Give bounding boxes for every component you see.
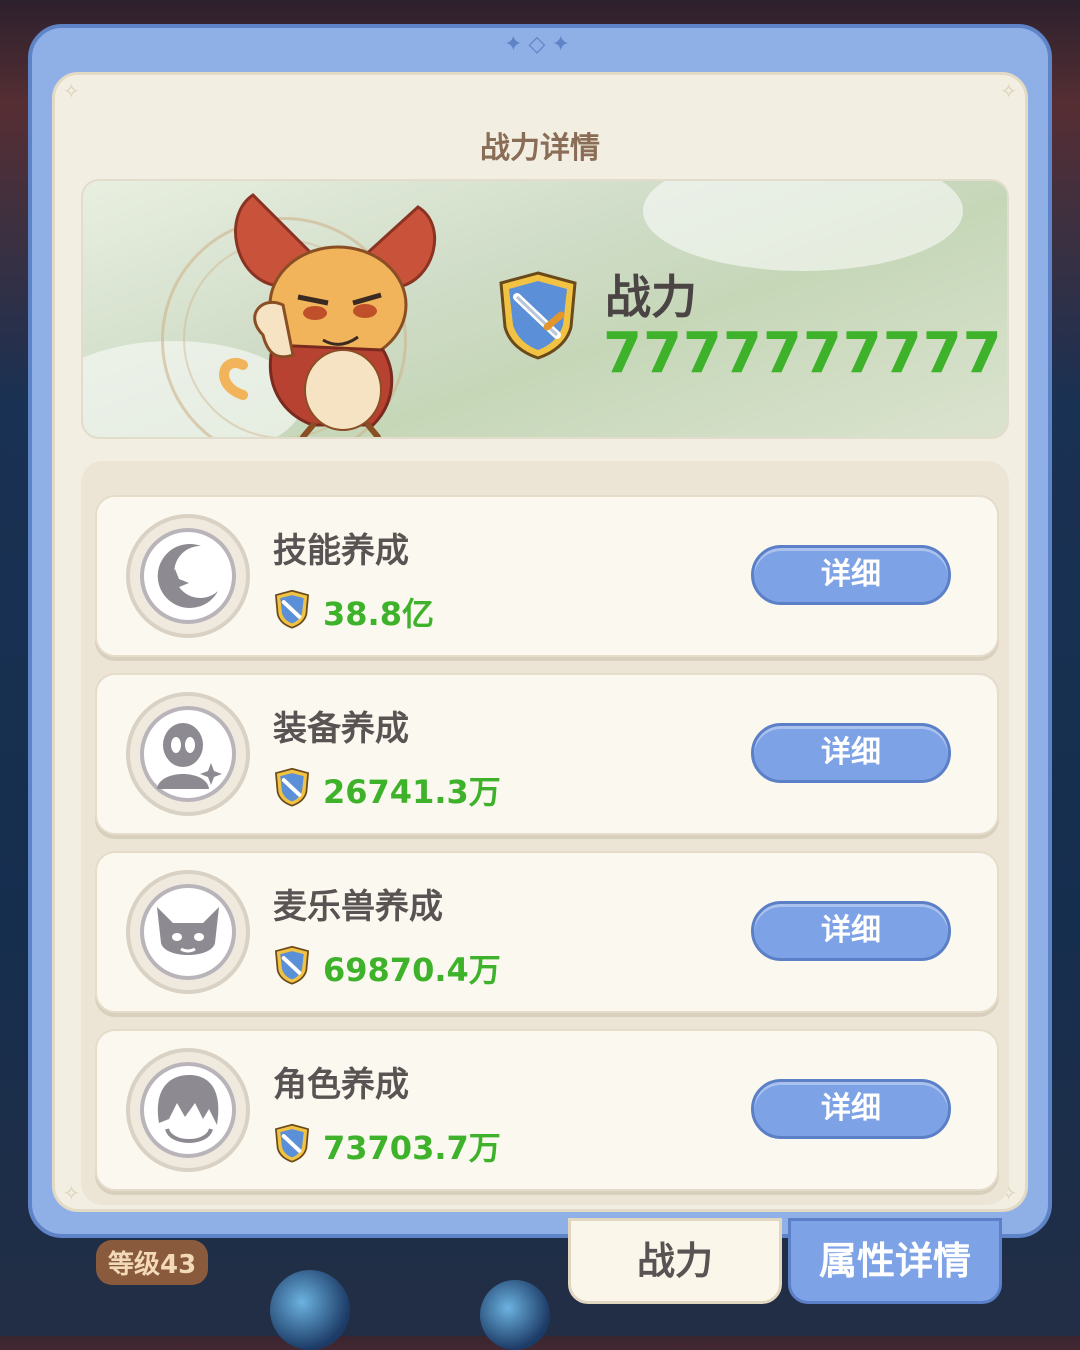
detail-button-skill[interactable]: 详细 bbox=[751, 545, 951, 605]
category-card-equipment: 装备养成 26741.3万 详细 bbox=[95, 673, 999, 835]
power-summary-banner: 战力 7777777777 bbox=[81, 179, 1009, 439]
panel-title: 战力详情 bbox=[480, 131, 600, 166]
panel-top-ornament: ✦◇✦ bbox=[504, 32, 576, 57]
detail-button-equipment[interactable]: 详细 bbox=[751, 723, 951, 783]
background-orb bbox=[480, 1280, 550, 1350]
category-card-pet: 麦乐兽养成 69870.4万 详细 bbox=[95, 851, 999, 1013]
category-name: 角色养成 bbox=[273, 1065, 409, 1105]
tab-power[interactable]: 战力 bbox=[568, 1218, 782, 1304]
category-power-value: 69870.4万 bbox=[323, 951, 501, 989]
power-shield-icon bbox=[274, 1123, 310, 1163]
corner-ornament: ✧ bbox=[63, 1181, 80, 1205]
corner-ornament: ✧ bbox=[1000, 79, 1017, 103]
category-name: 麦乐兽养成 bbox=[273, 887, 443, 927]
category-card-skill: 技能养成 38.8亿 详细 bbox=[95, 495, 999, 657]
category-card-character: 角色养成 73703.7万 详细 bbox=[95, 1029, 999, 1191]
hair-head-icon bbox=[126, 1048, 250, 1172]
alien-head-icon bbox=[126, 692, 250, 816]
power-shield-icon bbox=[274, 945, 310, 985]
power-category-list[interactable]: 技能养成 38.8亿 详细 装备养成 26741.3万 详细 麦乐兽养成 698… bbox=[81, 461, 1009, 1205]
detail-button-character[interactable]: 详细 bbox=[751, 1079, 951, 1139]
background-orb bbox=[270, 1270, 350, 1350]
power-detail-panel: ✦◇✦ ✧ ✧ ✧ ✧ 战力详情 战力 7777777777 技能养成 38.8… bbox=[28, 24, 1052, 1238]
power-label: 战力 bbox=[605, 270, 697, 324]
level-badge: 等级43 bbox=[96, 1240, 209, 1285]
cat-face-icon bbox=[126, 870, 250, 994]
category-power-value: 38.8亿 bbox=[323, 595, 434, 633]
power-shield-icon bbox=[274, 767, 310, 807]
detail-button-pet[interactable]: 详细 bbox=[751, 901, 951, 961]
category-name: 技能养成 bbox=[273, 531, 409, 571]
category-power-value: 26741.3万 bbox=[323, 773, 501, 811]
moon-sparkle-icon bbox=[126, 514, 250, 638]
tab-attribute-details[interactable]: 属性详情 bbox=[788, 1218, 1002, 1304]
power-shield-icon bbox=[274, 589, 310, 629]
panel-inner: ✧ ✧ ✧ ✧ 战力详情 战力 7777777777 技能养成 38.8亿 详细… bbox=[52, 72, 1028, 1212]
background-cloud bbox=[643, 181, 963, 271]
corner-ornament: ✧ bbox=[63, 79, 80, 103]
power-total-value: 7777777777 bbox=[603, 321, 1003, 386]
category-name: 装备养成 bbox=[273, 709, 409, 749]
category-power-value: 73703.7万 bbox=[323, 1129, 501, 1167]
power-shield-icon bbox=[499, 271, 577, 360]
cat-mascot-illustration bbox=[219, 193, 436, 437]
